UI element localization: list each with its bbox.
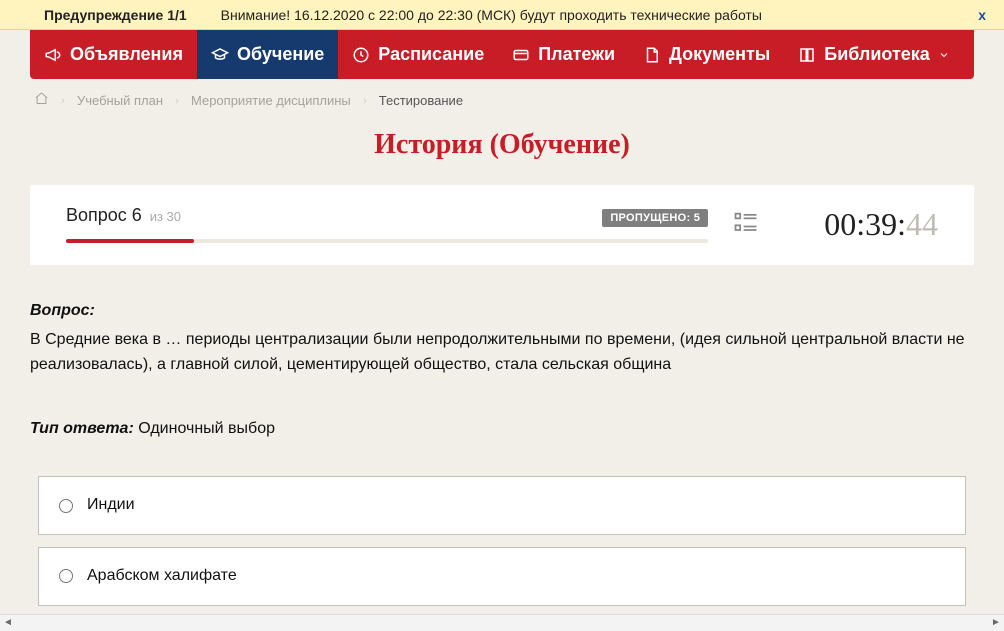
file-icon: [643, 46, 661, 64]
breadcrumb-link-event[interactable]: Мероприятие дисциплины: [191, 93, 351, 108]
timer-main: 00:39:: [824, 206, 906, 243]
warning-bar: Предупреждение 1/1 Внимание! 16.12.2020 …: [0, 0, 1004, 30]
nav-schedule[interactable]: Расписание: [338, 30, 498, 79]
nav-label: Платежи: [538, 44, 615, 65]
answer-option[interactable]: Индии: [38, 476, 966, 535]
question-list-icon[interactable]: [732, 209, 760, 240]
test-status-bar: Вопрос 6 из 30 ПРОПУЩЕНО: 5 00:39:44: [30, 185, 974, 265]
warning-title: Предупреждение 1/1: [44, 7, 187, 23]
close-icon[interactable]: x: [974, 7, 990, 23]
progress-bar: [66, 239, 708, 243]
question-number: Вопрос 6: [66, 205, 142, 225]
answer-option-label: Арабском халифате: [87, 564, 237, 589]
breadcrumb-link-plan[interactable]: Учебный план: [77, 93, 163, 108]
horizontal-scrollbar[interactable]: ◄ ►: [0, 614, 1004, 630]
chevron-right-icon: [361, 93, 369, 108]
chevron-down-icon: [938, 49, 950, 61]
scrollbar-track[interactable]: [16, 615, 988, 631]
clock-icon: [352, 46, 370, 64]
credit-card-icon: [512, 46, 530, 64]
chevron-right-icon: [59, 93, 67, 108]
megaphone-icon: [44, 46, 62, 64]
main-nav: Объявления Обучение Расписание Платежи: [30, 30, 974, 79]
page-title: История (Обучение): [0, 129, 1004, 161]
nav-label: Обучение: [237, 44, 324, 65]
nav-announcements[interactable]: Объявления: [30, 30, 197, 79]
timer-seconds: 44: [906, 206, 938, 243]
progress-fill: [66, 239, 194, 243]
answer-option[interactable]: Арабском халифате: [38, 547, 966, 606]
question-label: Вопрос:: [30, 299, 974, 324]
nav-label: Документы: [669, 44, 770, 65]
nav-label: Объявления: [70, 44, 183, 65]
question-total: из 30: [150, 209, 181, 224]
answer-radio[interactable]: [59, 569, 73, 583]
skipped-badge: ПРОПУЩЕНО: 5: [602, 209, 708, 227]
scroll-right-button[interactable]: ►: [988, 615, 1004, 631]
home-icon[interactable]: [34, 91, 49, 109]
answer-type-value: Одиночный выбор: [138, 420, 275, 437]
breadcrumb-current: Тестирование: [379, 93, 463, 108]
nav-payments[interactable]: Платежи: [498, 30, 629, 79]
question-text: В Средние века в … периоды централизации…: [30, 328, 974, 378]
answer-radio[interactable]: [59, 499, 73, 513]
book-icon: [798, 46, 816, 64]
answer-type-label: Тип ответа:: [30, 420, 134, 437]
answer-option-label: Индии: [87, 493, 135, 518]
answer-options: Индии Арабском халифате: [30, 476, 974, 606]
nav-documents[interactable]: Документы: [629, 30, 784, 79]
nav-label: Библиотека: [824, 44, 930, 65]
warning-message: Внимание! 16.12.2020 с 22:00 до 22:30 (М…: [221, 7, 941, 23]
nav-learning[interactable]: Обучение: [197, 30, 338, 79]
chevron-right-icon: [173, 93, 181, 108]
nav-label: Расписание: [378, 44, 484, 65]
graduation-cap-icon: [211, 46, 229, 64]
scroll-left-button[interactable]: ◄: [0, 615, 16, 631]
breadcrumb: Учебный план Мероприятие дисциплины Тест…: [0, 79, 1004, 121]
timer: 00:39:44: [824, 206, 938, 243]
nav-library[interactable]: Библиотека: [784, 30, 964, 79]
